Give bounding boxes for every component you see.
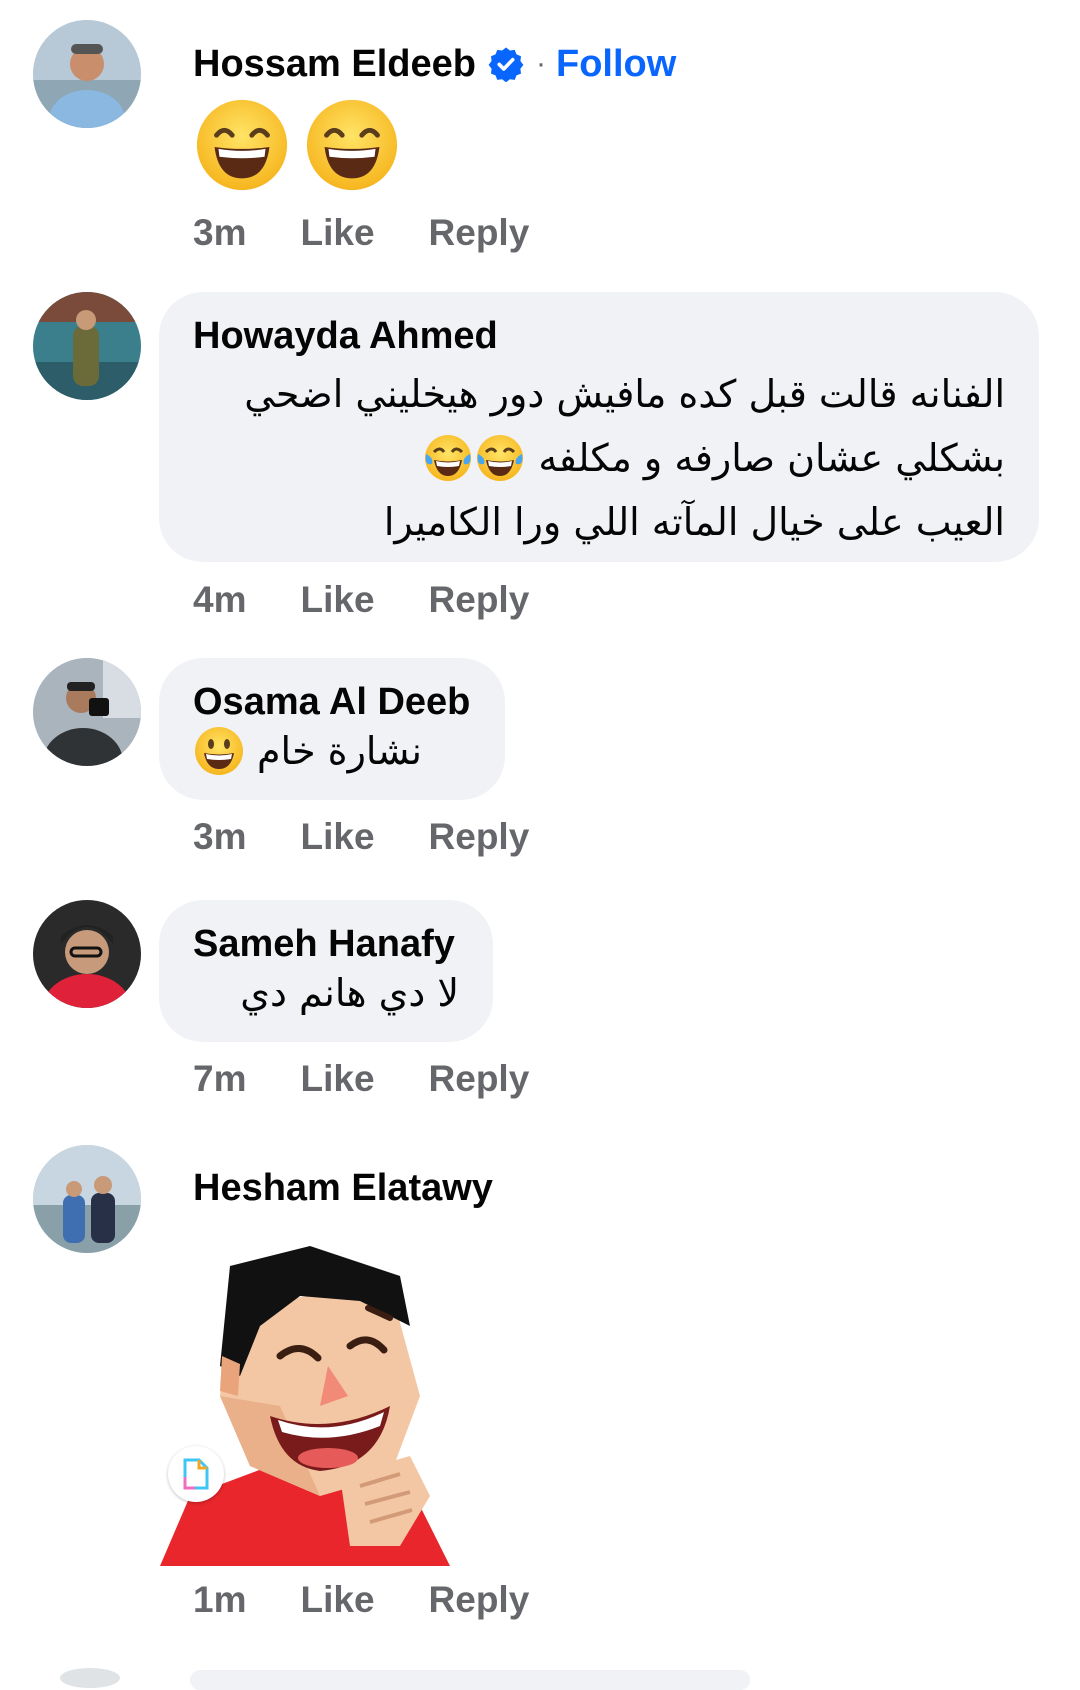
reply-button[interactable]: Reply bbox=[429, 1058, 530, 1100]
comment-line: نشارة خام bbox=[257, 729, 422, 773]
avatar[interactable] bbox=[33, 900, 141, 1008]
grinning-face-emoji bbox=[195, 727, 243, 775]
comment-bubble bbox=[190, 1670, 750, 1690]
comment-text: لا دي هانم دي bbox=[240, 971, 459, 1015]
avatar[interactable] bbox=[33, 1145, 141, 1253]
comment-bubble: Howayda Ahmed الفنانه قالت قبل كده مافيش… bbox=[159, 292, 1039, 562]
comment-time: 7m bbox=[193, 1058, 247, 1099]
comment-bubble: Osama Al Deeb نشارة خام bbox=[159, 658, 505, 800]
comment-text: الفنانه قالت قبل كده مافيش دور هيخليني ا… bbox=[193, 362, 1005, 554]
comment-actions: 3m Like Reply bbox=[193, 211, 583, 255]
separator-dot: · bbox=[536, 47, 546, 80]
follow-button[interactable]: Follow bbox=[556, 43, 676, 86]
comment-author[interactable]: Osama Al Deeb bbox=[193, 680, 471, 724]
comment-actions: 4m Like Reply bbox=[193, 578, 583, 622]
comment-author[interactable]: Hesham Elatawy bbox=[193, 1166, 493, 1210]
sticker-icon bbox=[168, 1446, 224, 1502]
like-button[interactable]: Like bbox=[300, 579, 374, 621]
reply-button[interactable]: Reply bbox=[429, 1579, 530, 1621]
tears-of-joy-emoji bbox=[425, 435, 524, 481]
avatar[interactable] bbox=[33, 658, 141, 766]
reply-button[interactable]: Reply bbox=[429, 579, 530, 621]
comment-actions: 3m Like Reply bbox=[193, 815, 583, 859]
comment-actions: 1m Like Reply bbox=[193, 1578, 583, 1622]
grinning-smiling-eyes-emoji bbox=[306, 99, 398, 191]
laughing-man-sticker[interactable] bbox=[160, 1246, 460, 1566]
comment-time: 4m bbox=[193, 579, 247, 620]
comment-content bbox=[193, 96, 401, 194]
comment-author[interactable]: Hossam Eldeeb bbox=[193, 42, 476, 86]
like-button[interactable]: Like bbox=[300, 1058, 374, 1100]
comment-actions: 7m Like Reply bbox=[193, 1057, 583, 1101]
comment-bubble: Sameh Hanafy لا دي هانم دي bbox=[159, 900, 493, 1042]
like-button[interactable]: Like bbox=[300, 212, 374, 254]
reply-button[interactable]: Reply bbox=[429, 212, 530, 254]
comment-author[interactable]: Sameh Hanafy bbox=[193, 922, 459, 966]
comment-time: 1m bbox=[193, 1579, 247, 1620]
reply-button[interactable]: Reply bbox=[429, 816, 530, 858]
avatar[interactable] bbox=[33, 20, 141, 128]
comment-author[interactable]: Howayda Ahmed bbox=[193, 314, 1005, 358]
avatar[interactable] bbox=[33, 292, 141, 400]
grinning-smiling-eyes-emoji bbox=[196, 99, 288, 191]
comment-line-with-emoji: بشكلي عشان صارفه و مكلفه bbox=[193, 426, 1005, 490]
comment-time: 3m bbox=[193, 816, 247, 857]
like-button[interactable]: Like bbox=[300, 816, 374, 858]
like-button[interactable]: Like bbox=[300, 1579, 374, 1621]
comment-text: نشارة خام bbox=[193, 724, 471, 778]
comment-line: العيب على خيال المآته اللي ورا الكاميرا bbox=[383, 500, 1005, 544]
verified-badge-icon bbox=[488, 47, 524, 82]
comment-line: الفنانه قالت قبل كده مافيش دور هيخليني ا… bbox=[244, 372, 1005, 416]
comment-time: 3m bbox=[193, 212, 247, 253]
avatar bbox=[60, 1668, 120, 1688]
comment-line: بشكلي عشان صارفه و مكلفه bbox=[538, 436, 1005, 480]
